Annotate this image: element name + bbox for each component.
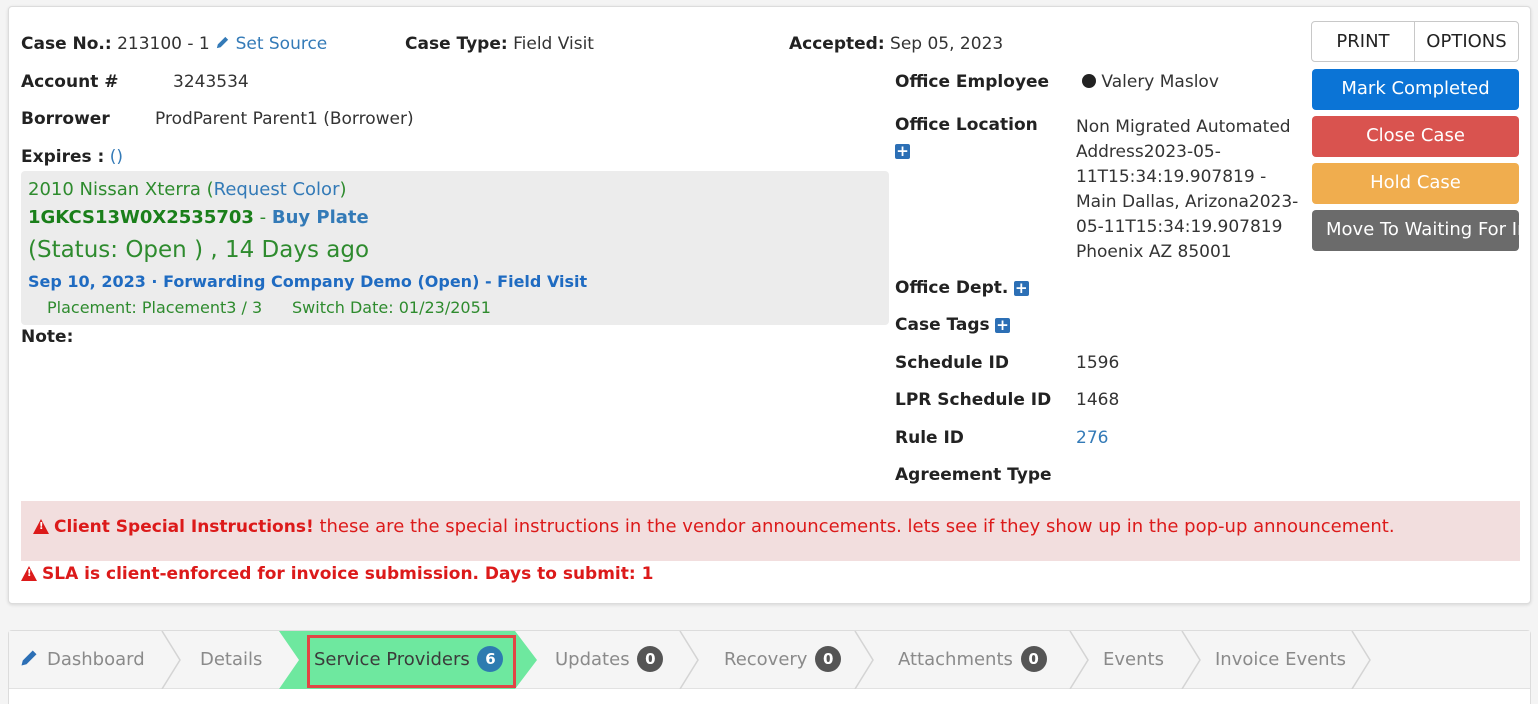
hold-case-button[interactable]: Hold Case [1312, 163, 1519, 204]
status-dot-icon [1082, 74, 1096, 88]
lpr-schedule-id-value: 1468 [1076, 390, 1120, 410]
attachments-count: 0 [1020, 646, 1047, 672]
tab-recovery[interactable]: Recovery 0 [724, 631, 842, 689]
tab-attachments[interactable]: Attachments 0 [898, 631, 1047, 689]
placement: Placement: Placement3 / 3 [47, 298, 263, 317]
warning-icon [33, 519, 49, 534]
case-number: Case No.: 213100 - 1 Set Source [21, 34, 327, 54]
office-employee-label: Office Employee [895, 72, 1050, 92]
office-location-add[interactable]: + [895, 141, 910, 161]
tab-dashboard[interactable]: Dashboard [19, 631, 145, 689]
options-button[interactable]: OPTIONS [1414, 21, 1519, 62]
switch-date: Switch Date: 01/23/2051 [292, 298, 491, 317]
case-tags-add-icon[interactable]: + [995, 317, 1011, 333]
borrower-label: Borrower [21, 109, 110, 129]
rule-id-link[interactable]: 276 [1076, 428, 1108, 448]
tab-invoice-events[interactable]: Invoice Events [1215, 631, 1346, 689]
special-instructions-alert: Client Special Instructions! these are t… [21, 501, 1520, 561]
set-source-link[interactable]: Set Source [215, 34, 327, 54]
tab-details[interactable]: Details [200, 631, 262, 689]
buy-plate-link[interactable]: Buy Plate [272, 207, 369, 228]
warning-icon [21, 566, 37, 581]
close-case-button[interactable]: Close Case [1312, 116, 1519, 157]
pencil-icon [217, 36, 229, 49]
vehicle-name: 2010 Nissan Xterra (Request Color) [28, 179, 347, 200]
request-color-link[interactable]: Request Color [214, 179, 340, 200]
case-tags: Case Tags + [895, 315, 1011, 335]
case-number-value: 213100 - 1 [117, 34, 210, 54]
tab-events[interactable]: Events [1103, 631, 1164, 689]
mark-completed-button[interactable]: Mark Completed [1312, 69, 1519, 110]
tab-separator [679, 631, 699, 689]
rule-id-label: Rule ID [895, 428, 964, 448]
case-number-label: Case No.: [21, 34, 112, 54]
vehicle-vin-row: 1GKCS13W0X2535703 - Buy Plate [28, 207, 369, 228]
forwarding-link[interactable]: Sep 10, 2023 · Forwarding Company Demo (… [28, 272, 587, 291]
tab-separator [1069, 631, 1089, 689]
recovery-count: 0 [815, 646, 842, 672]
office-location-label: Office Location [895, 115, 1038, 135]
vehicle-status: (Status: Open ) , 14 Days ago [28, 237, 370, 263]
note-label: Note: [21, 327, 74, 347]
tab-separator [1351, 631, 1371, 689]
print-button[interactable]: PRINT [1311, 21, 1415, 62]
borrower-value: ProdParent Parent1 (Borrower) [155, 109, 414, 129]
account-label: Account # [21, 72, 119, 92]
case-type: Case Type: Field Visit [405, 34, 594, 54]
office-dept: Office Dept. + [895, 278, 1029, 298]
tab-separator [1181, 631, 1201, 689]
schedule-id-value: 1596 [1076, 353, 1120, 373]
sla-alert: SLA is client-enforced for invoice submi… [21, 564, 653, 584]
updates-count: 0 [637, 646, 664, 672]
tab-separator [854, 631, 874, 689]
schedule-id-label: Schedule ID [895, 353, 1009, 373]
office-location-value: Non Migrated Automated Address2023-05- 1… [1076, 117, 1299, 262]
vehicle-panel: 2010 Nissan Xterra (Request Color) 1GKCS… [21, 171, 889, 325]
vin: 1GKCS13W0X2535703 [28, 207, 254, 228]
office-employee-value: Valery Maslov [1082, 72, 1219, 92]
office-dept-add-icon[interactable]: + [1013, 280, 1029, 296]
tab-separator [161, 631, 181, 689]
case-tabs: Dashboard Details Service Providers 6 Up… [8, 630, 1531, 704]
expires: Expires : () [21, 147, 123, 167]
account-value: 3243534 [173, 72, 249, 92]
agreement-type-label: Agreement Type [895, 465, 1052, 485]
move-to-waiting-button[interactable]: Move To Waiting For Info [1312, 210, 1519, 251]
pencil-icon [21, 650, 37, 666]
highlight-box [307, 635, 516, 688]
tab-updates[interactable]: Updates 0 [555, 631, 664, 689]
accepted-date: Accepted: Sep 05, 2023 [789, 34, 1004, 54]
lpr-schedule-id-label: LPR Schedule ID [895, 390, 1052, 410]
case-summary-card: Case No.: 213100 - 1 Set Source Case Typ… [8, 6, 1531, 604]
expires-link[interactable]: () [110, 147, 123, 167]
plus-icon: + [895, 141, 910, 160]
